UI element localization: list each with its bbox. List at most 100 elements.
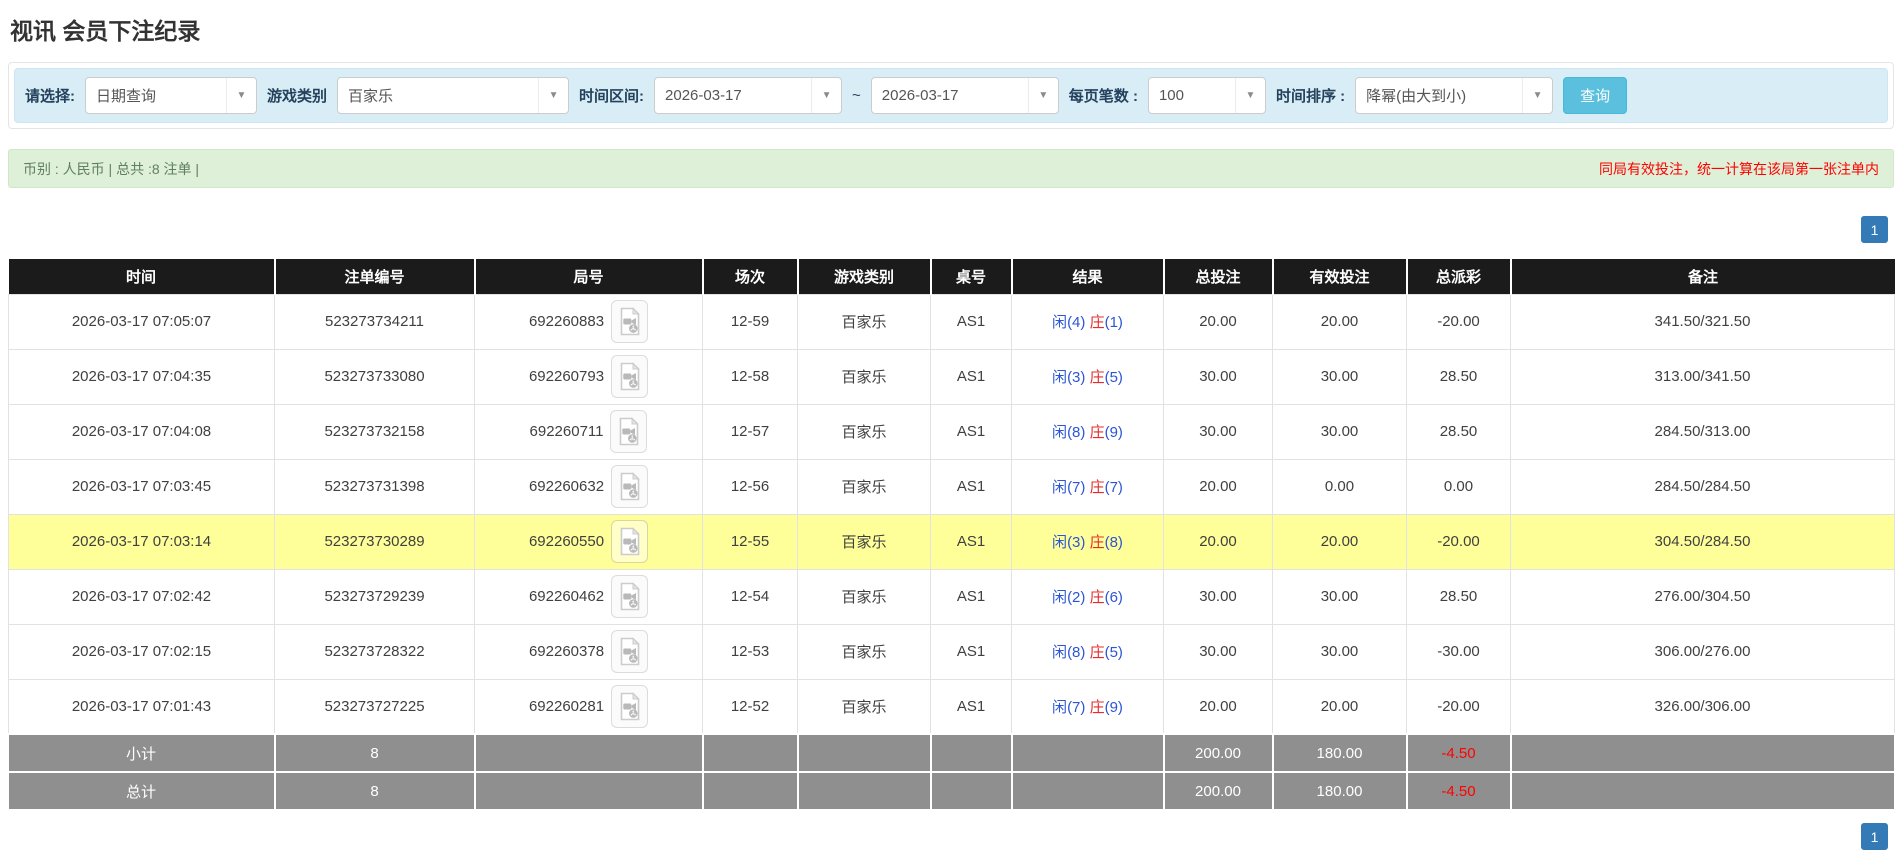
round-id-wrap: 692260462 (529, 575, 649, 618)
page-number-button[interactable]: 1 (1861, 216, 1888, 243)
chevron-down-icon[interactable]: ▼ (811, 78, 841, 113)
result-banker-label: 庄 (1089, 479, 1105, 496)
round-id-value: 692260711 (529, 423, 604, 440)
cell-game-type: 百家乐 (797, 678, 931, 735)
cell-table-number: AS1 (930, 623, 1012, 680)
cell-game-type: 百家乐 (797, 513, 931, 570)
cell-payout: 0.00 (1406, 458, 1511, 515)
video-file-icon (620, 692, 640, 721)
cell-game-type: 百家乐 (797, 403, 931, 460)
cell-total-bet[interactable]: 20.00 (1163, 458, 1273, 515)
cell-valid-bet: 30.00 (1272, 623, 1407, 680)
round-id-wrap: 692260378 (528, 630, 649, 673)
filter-panel: 请选择: 日期查询 ▼ 游戏类别 百家乐 ▼ 时间区间: 2026-03-17 … (8, 62, 1894, 129)
query-type-select[interactable]: 日期查询 ▼ (85, 77, 257, 114)
chevron-down-icon[interactable]: ▼ (1522, 78, 1552, 113)
cell-table-number: AS1 (930, 458, 1012, 515)
video-replay-button[interactable] (611, 520, 649, 563)
table-row: 2026-03-17 07:03:14 523273730289 692260550… (8, 513, 1895, 570)
page: 视讯 会员下注纪录 请选择: 日期查询 ▼ 游戏类别 百家乐 ▼ 时间区间: 2… (0, 0, 1902, 850)
cell-bet-id: 523273731398 (274, 458, 475, 515)
cell-game-type: 百家乐 (797, 458, 931, 515)
result-player-count: (2) (1067, 589, 1086, 606)
video-replay-button[interactable] (610, 410, 648, 453)
video-replay-button[interactable] (611, 465, 649, 508)
cell-round-id: 692260281 (474, 678, 703, 735)
cell-total-bet[interactable]: 30.00 (1163, 568, 1273, 625)
cell-round-id: 692260883 (474, 293, 703, 350)
chevron-down-icon[interactable]: ▼ (1234, 78, 1265, 113)
cell-time: 2026-03-17 07:03:14 (8, 513, 275, 570)
video-file-icon (620, 362, 640, 391)
chevron-down-icon[interactable]: ▼ (538, 78, 568, 113)
video-replay-button[interactable] (611, 355, 649, 398)
video-file-icon (620, 472, 640, 501)
cell-remark: 284.50/313.00 (1510, 403, 1895, 460)
round-id-value: 692260793 (528, 368, 605, 385)
total-row-empty (1011, 771, 1165, 811)
total-row-valid-bet: 180.00 (1272, 771, 1408, 811)
cell-total-bet[interactable]: 20.00 (1163, 513, 1273, 570)
date-to-select[interactable]: 2026-03-17 ▼ (870, 77, 1059, 114)
result-banker-label: 庄 (1089, 534, 1105, 551)
round-id-wrap: 692260711 (530, 410, 648, 453)
bet-records-table: 时间 注单编号 局号 场次 游戏类别 桌号 结果 总投注 有效投注 总派彩 备注 2026-03-1… (8, 259, 1896, 811)
video-replay-button[interactable] (611, 630, 649, 673)
cell-total-bet[interactable]: 30.00 (1163, 623, 1273, 680)
cell-remark: 276.00/304.50 (1510, 568, 1895, 625)
table-row: 2026-03-17 07:01:43 523273727225 692260281… (8, 678, 1895, 735)
game-type-select[interactable]: 百家乐 ▼ (337, 77, 570, 114)
column-header-2: 注单编号 (274, 259, 476, 294)
cell-total-bet[interactable]: 20.00 (1163, 678, 1273, 735)
result-banker-count: (5) (1104, 369, 1123, 386)
total-row-label: 总计 (8, 771, 276, 811)
subtotal-row-empty (1510, 733, 1896, 773)
query-type-label: 请选择: (25, 88, 75, 105)
cell-session: 12-56 (702, 458, 798, 515)
round-id-value: 692260378 (528, 643, 605, 660)
round-id-value: 692260632 (528, 478, 605, 495)
result-banker-count: (6) (1104, 589, 1123, 606)
chevron-down-icon[interactable]: ▼ (1027, 78, 1058, 113)
cell-total-bet[interactable]: 30.00 (1163, 348, 1273, 405)
result-player-label: 闲 (1052, 424, 1068, 441)
cell-table-number: AS1 (930, 403, 1012, 460)
cell-round-id: 692260632 (474, 458, 703, 515)
page-size-select[interactable]: 100 ▼ (1147, 77, 1266, 114)
cell-session: 12-54 (702, 568, 798, 625)
cell-time: 2026-03-17 07:04:35 (8, 348, 275, 405)
video-replay-button[interactable] (611, 684, 649, 728)
total-row: 总计 8 200.00 180.00 -4.50 (8, 771, 1896, 811)
cell-table-number: AS1 (930, 678, 1012, 735)
table-row: 2026-03-17 07:04:35 523273733080 692260793… (8, 348, 1895, 405)
cell-table-number: AS1 (930, 513, 1012, 570)
pagination-top: 1 (8, 216, 1888, 243)
table-row: 2026-03-17 07:03:45 523273731398 692260632… (8, 458, 1895, 515)
chevron-down-icon[interactable]: ▼ (226, 78, 256, 113)
cell-remark: 304.50/284.50 (1510, 513, 1895, 570)
subtotal-row-label: 小计 (8, 733, 276, 773)
cell-total-bet[interactable]: 20.00 (1163, 293, 1273, 350)
cell-result: 闲(2) 庄(6) (1011, 568, 1164, 625)
page-number-button[interactable]: 1 (1861, 823, 1888, 850)
table-row: 2026-03-17 07:05:07 523273734211 692260883… (8, 293, 1895, 350)
search-button[interactable]: 查询 (1563, 77, 1628, 114)
cell-payout: 28.50 (1406, 403, 1511, 460)
cell-total-bet[interactable]: 30.00 (1163, 403, 1273, 460)
subtotal-row-count: 8 (274, 733, 476, 773)
column-header-9: 有效投注 (1272, 259, 1408, 294)
video-replay-button[interactable] (611, 575, 649, 618)
video-replay-button[interactable] (611, 300, 649, 343)
column-header-10: 总派彩 (1406, 259, 1512, 294)
cell-payout: -30.00 (1406, 623, 1511, 680)
column-header-6: 桌号 (930, 259, 1013, 294)
filter-bar: 请选择: 日期查询 ▼ 游戏类别 百家乐 ▼ 时间区间: 2026-03-17 … (14, 68, 1888, 123)
time-sort-select[interactable]: 降幂(由大到小) ▼ (1355, 77, 1554, 114)
total-row-empty (797, 771, 932, 811)
result-banker-count: (8) (1104, 534, 1123, 551)
result-banker-label: 庄 (1089, 698, 1105, 716)
cell-result: 闲(7) 庄(7) (1011, 458, 1164, 515)
result-player-label: 闲 (1052, 698, 1068, 716)
round-id-wrap: 692260281 (529, 684, 649, 728)
date-from-select[interactable]: 2026-03-17 ▼ (654, 77, 843, 114)
